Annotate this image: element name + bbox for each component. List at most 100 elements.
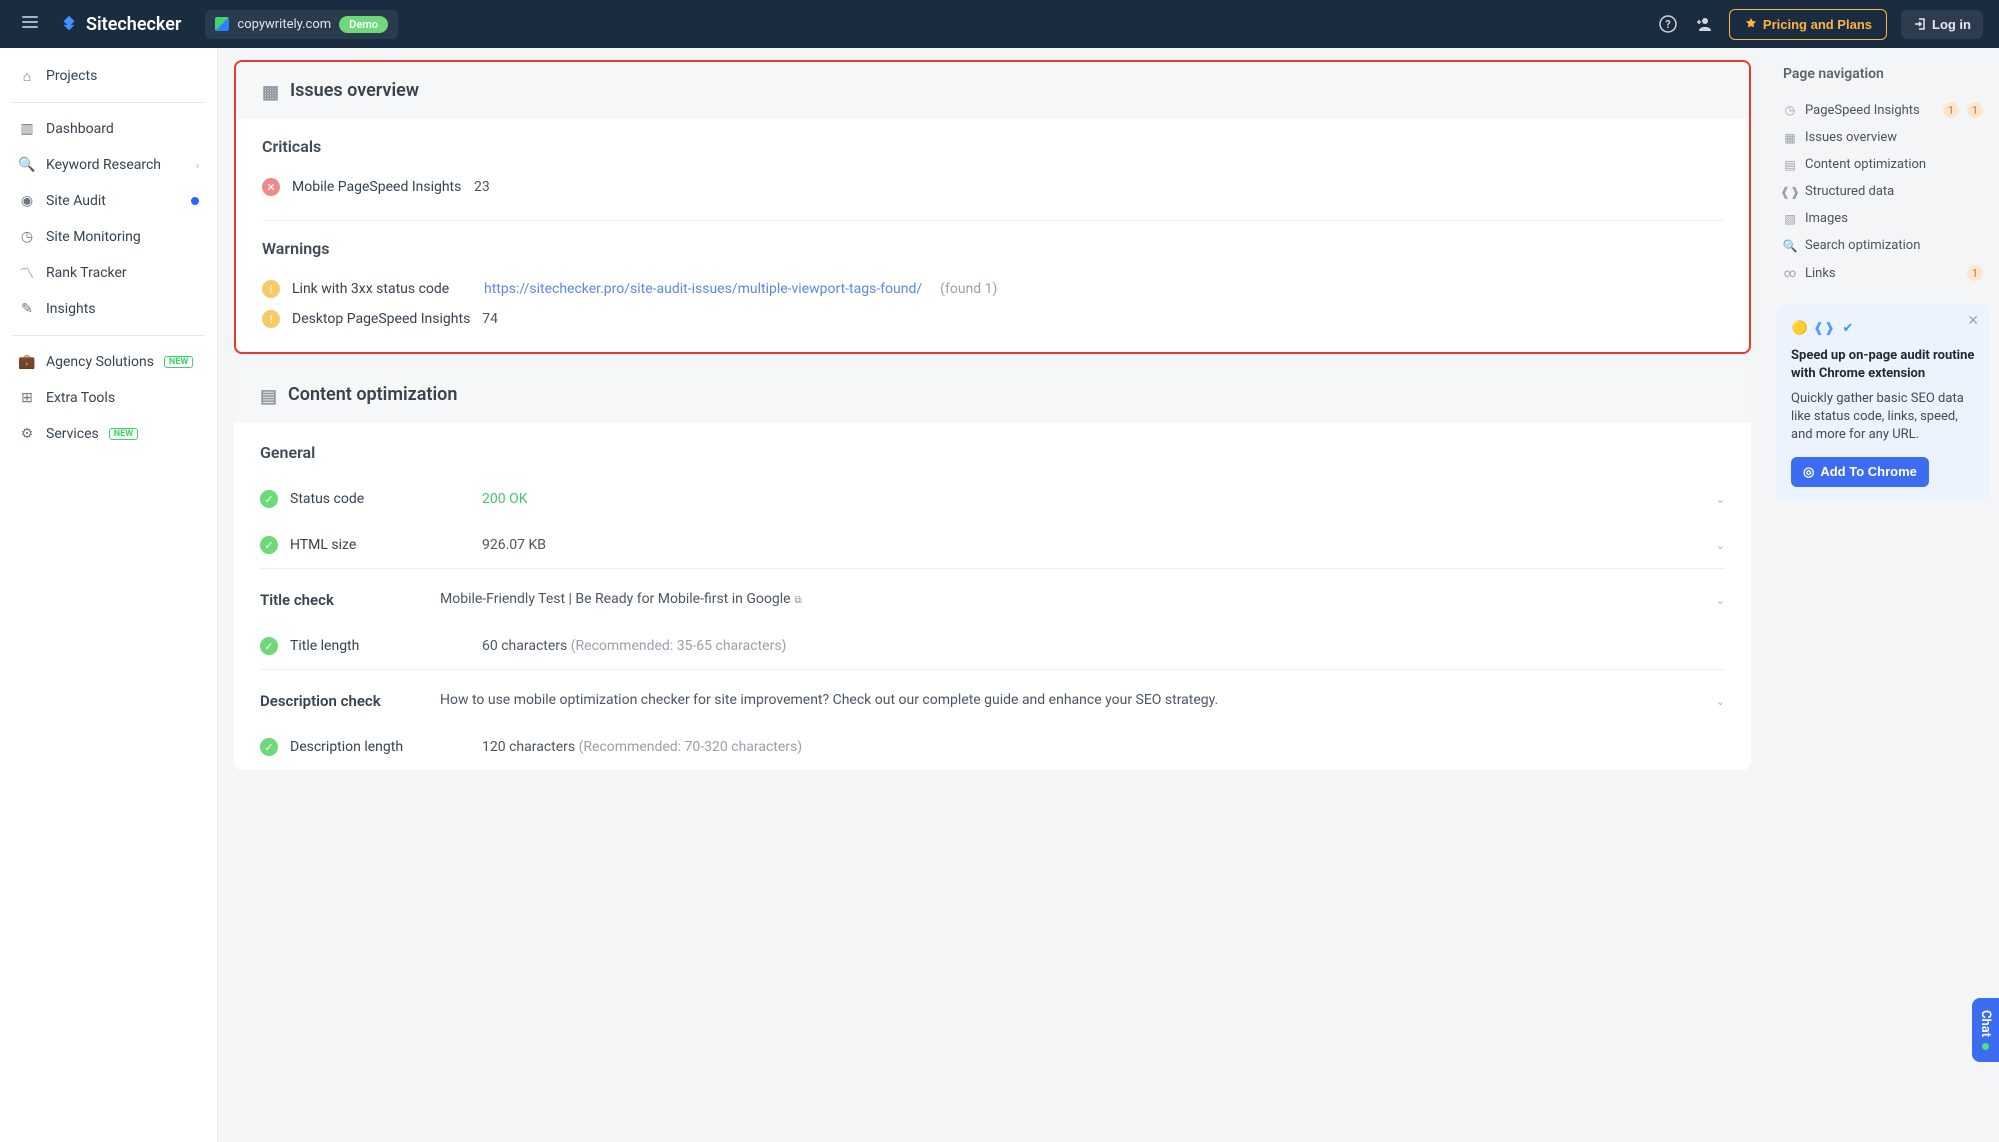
html-size-row[interactable]: ✓ HTML size 926.07 KB ⌄ [234,522,1751,568]
add-to-chrome-button[interactable]: ◎ Add To Chrome [1791,457,1929,487]
rnav-issues[interactable]: ▦ Issues overview [1777,124,1989,151]
gear-icon: ⚙ [18,425,36,443]
issue-label: Link with 3xx status code [292,281,462,297]
login-label: Log in [1932,17,1971,32]
wand-icon: ✎ [18,300,36,318]
new-badge: NEW [164,356,193,368]
issue-link[interactable]: https://sitechecker.pro/site-audit-issue… [484,281,922,297]
row-value: 200 OK [482,491,1704,507]
new-badge: NEW [109,428,138,440]
ok-icon: ✓ [260,738,278,756]
group-title: Title check [260,591,440,609]
issues-panel: ▦ Issues overview Criticals ✕ Mobile Pag… [234,60,1751,354]
briefcase-icon: 💼 [18,353,36,371]
chevron-down-icon[interactable]: ⌄ [1716,539,1725,552]
monitor-icon: ◷ [18,228,36,246]
chevron-down-icon[interactable]: ⌄ [1716,493,1725,506]
sidebar-label: Insights [46,301,96,317]
dashboard-icon: ▥ [18,120,36,138]
online-dot [1982,1043,1989,1050]
add-user-icon[interactable] [1693,13,1715,35]
critical-icon: ✕ [262,178,280,196]
chrome-icon: ◎ [1803,464,1814,480]
pricing-button[interactable]: Pricing and Plans [1729,9,1887,40]
sidebar-agency[interactable]: 💼 Agency Solutions NEW [8,344,209,380]
sidebar-label: Site Audit [46,193,106,209]
gauge-icon: ◉ [18,192,36,210]
speed-icon: ◷ [1783,103,1797,117]
issues-icon: ▦ [262,82,280,100]
warning-icon: ! [262,280,280,298]
section-header: ▤ Content optimization [234,366,1751,423]
rnav-label: Issues overview [1805,130,1897,145]
close-icon[interactable]: ✕ [1967,313,1979,329]
sidebar-label: Agency Solutions [46,354,154,370]
sidebar-dashboard[interactable]: ▥ Dashboard [8,111,209,147]
site-favicon [215,17,229,31]
row-label: Status code [290,491,470,507]
chevron-down-icon[interactable]: ⌄ [1716,594,1725,607]
row-value: 60 characters (Recommended: 35-65 charac… [482,638,1725,654]
main-content: ▦ Issues overview Criticals ✕ Mobile Pag… [218,48,1767,1142]
pricing-label: Pricing and Plans [1763,17,1872,32]
rnav-images[interactable]: ▧ Images [1777,205,1989,232]
sidebar-insights[interactable]: ✎ Insights [8,291,209,327]
section-title: Content optimization [288,384,457,405]
promo-icons: 🟡 ❰❱ ✔ [1791,319,1975,337]
chat-tab[interactable]: Chat [1972,998,1999,1062]
sidebar-services[interactable]: ⚙ Services NEW [8,416,209,452]
login-button[interactable]: Log in [1901,10,1983,39]
site-selector[interactable]: copywritely.com Demo [205,10,398,39]
group-value: How to use mobile optimization checker f… [440,692,1704,708]
description-check-row[interactable]: Description check How to use mobile opti… [234,670,1751,724]
chevron-down-icon[interactable]: ⌄ [1716,695,1725,708]
svg-text:?: ? [1665,18,1671,31]
title-check-row[interactable]: Title check Mobile-Friendly Test | Be Re… [234,569,1751,623]
rnav-links[interactable]: ∞ Links 1 [1777,259,1989,287]
sidebar-label: Site Monitoring [46,229,141,245]
content-icon: ▤ [260,386,278,404]
issue-row[interactable]: ! Desktop PageSpeed Insights 74 [262,304,1723,334]
issue-value: 23 [474,179,490,195]
help-icon[interactable]: ? [1657,13,1679,35]
sidebar-extra-tools[interactable]: ⊞ Extra Tools [8,380,209,416]
ok-icon: ✓ [260,637,278,655]
image-icon: ▧ [1783,212,1797,226]
demo-badge: Demo [339,16,388,33]
rnav-label: Structured data [1805,184,1894,199]
code-icon: ❰❱ [1783,185,1797,199]
warnings-title: Warnings [262,239,1723,258]
issue-row[interactable]: ✕ Mobile PageSpeed Insights 23 [262,172,1723,202]
logo[interactable]: Sitechecker [58,13,181,35]
promo-title: Speed up on-page audit routine with Chro… [1791,347,1975,382]
rnav-label: Content optimization [1805,157,1926,172]
search-icon: 🔍 [1783,239,1797,253]
external-link-icon[interactable]: ⧉ [795,595,802,606]
menu-button[interactable] [16,8,44,40]
sidebar-keyword-research[interactable]: 🔍 Keyword Research › [8,147,209,183]
sidebar-site-monitoring[interactable]: ◷ Site Monitoring [8,219,209,255]
warnings-section: Warnings ! Link with 3xx status code htt… [236,221,1749,352]
warning-icon: ! [262,310,280,328]
description-length-row[interactable]: ✓ Description length 120 characters (Rec… [234,724,1751,770]
sidebar-projects[interactable]: ⌂ Projects [8,58,209,94]
rnav-search[interactable]: 🔍 Search optimization [1777,232,1989,259]
title-length-row[interactable]: ✓ Title length 60 characters (Recommende… [234,623,1751,669]
promo-btn-label: Add To Chrome [1820,464,1917,479]
row-value: 926.07 KB [482,537,1704,553]
issue-row[interactable]: ! Link with 3xx status code https://site… [262,274,1723,304]
rnav-title: Page navigation [1777,66,1989,82]
issue-value: 74 [482,311,498,327]
rnav-structured[interactable]: ❰❱ Structured data [1777,178,1989,205]
sidebar-rank-tracker[interactable]: 〽 Rank Tracker [8,255,209,291]
sidebar-label: Dashboard [46,121,114,137]
status-row[interactable]: ✓ Status code 200 OK ⌄ [234,476,1751,522]
rnav-pagespeed[interactable]: ◷ PageSpeed Insights 1 1 [1777,96,1989,124]
brand-text: Sitechecker [86,14,181,35]
content-icon: ▤ [1783,158,1797,172]
sidebar-label: Keyword Research [46,157,161,173]
promo-description: Quickly gather basic SEO data like statu… [1791,390,1975,445]
rnav-content[interactable]: ▤ Content optimization [1777,151,1989,178]
sidebar-label: Services [46,426,99,442]
sidebar-site-audit[interactable]: ◉ Site Audit [8,183,209,219]
